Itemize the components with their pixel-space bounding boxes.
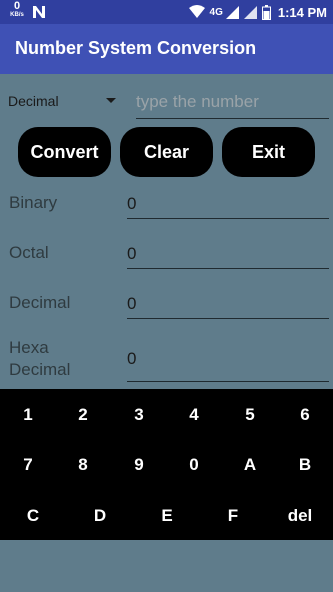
- key-3[interactable]: 3: [111, 391, 167, 439]
- clear-button[interactable]: Clear: [120, 127, 213, 177]
- convert-button[interactable]: Convert: [18, 127, 111, 177]
- exit-button[interactable]: Exit: [222, 127, 315, 177]
- key-4[interactable]: 4: [166, 391, 222, 439]
- key-0[interactable]: 0: [166, 441, 222, 489]
- number-input[interactable]: [136, 86, 329, 119]
- decimal-output: 0: [127, 286, 329, 319]
- base-dropdown-value: Decimal: [8, 93, 59, 109]
- key-a[interactable]: A: [222, 441, 278, 489]
- key-8[interactable]: 8: [55, 441, 111, 489]
- key-f[interactable]: F: [205, 492, 261, 540]
- status-icons: 4G 1:14 PM: [188, 0, 327, 24]
- notification-n-icon: [33, 6, 45, 18]
- wifi-icon: [188, 5, 205, 18]
- binary-label: Binary: [9, 193, 58, 212]
- octal-output: 0: [127, 236, 329, 269]
- clock: 1:14 PM: [277, 4, 327, 20]
- network-speed: 0 KB/s: [7, 1, 27, 19]
- base-dropdown[interactable]: Decimal: [8, 88, 120, 114]
- decimal-output-value: 0: [127, 294, 137, 313]
- dropdown-caret-icon: [106, 98, 116, 103]
- key-delete[interactable]: del: [272, 492, 328, 540]
- key-9[interactable]: 9: [111, 441, 167, 489]
- hexadecimal-output-value: 0: [127, 349, 137, 368]
- octal-label: Octal: [9, 243, 49, 262]
- key-e[interactable]: E: [139, 492, 195, 540]
- binary-output-value: 0: [127, 194, 137, 213]
- key-6[interactable]: 6: [277, 391, 333, 439]
- network-type: 4G: [209, 6, 223, 18]
- status-bar: 0 KB/s 4G 1:14 PM: [0, 0, 333, 24]
- hexadecimal-label: Hexa Decimal: [9, 338, 71, 379]
- battery-icon: [261, 4, 271, 20]
- key-c[interactable]: C: [5, 492, 61, 540]
- network-speed-unit: KB/s: [10, 12, 24, 18]
- key-d[interactable]: D: [72, 492, 128, 540]
- signal-icon-2: [243, 5, 257, 19]
- key-1[interactable]: 1: [0, 391, 56, 439]
- key-7[interactable]: 7: [0, 441, 56, 489]
- key-5[interactable]: 5: [222, 391, 278, 439]
- signal-icon: [225, 5, 239, 19]
- binary-output: 0: [127, 186, 329, 219]
- decimal-label: Decimal: [9, 293, 71, 312]
- hexadecimal-output: 0: [127, 341, 329, 382]
- octal-output-value: 0: [127, 244, 137, 263]
- app-toolbar: Number System Conversion: [0, 24, 333, 74]
- app-title: Number System Conversion: [15, 38, 257, 58]
- key-b[interactable]: B: [277, 441, 333, 489]
- key-2[interactable]: 2: [55, 391, 111, 439]
- hex-keypad: 1 2 3 4 5 6 7 8 9 0 A B C D E F del: [0, 389, 333, 540]
